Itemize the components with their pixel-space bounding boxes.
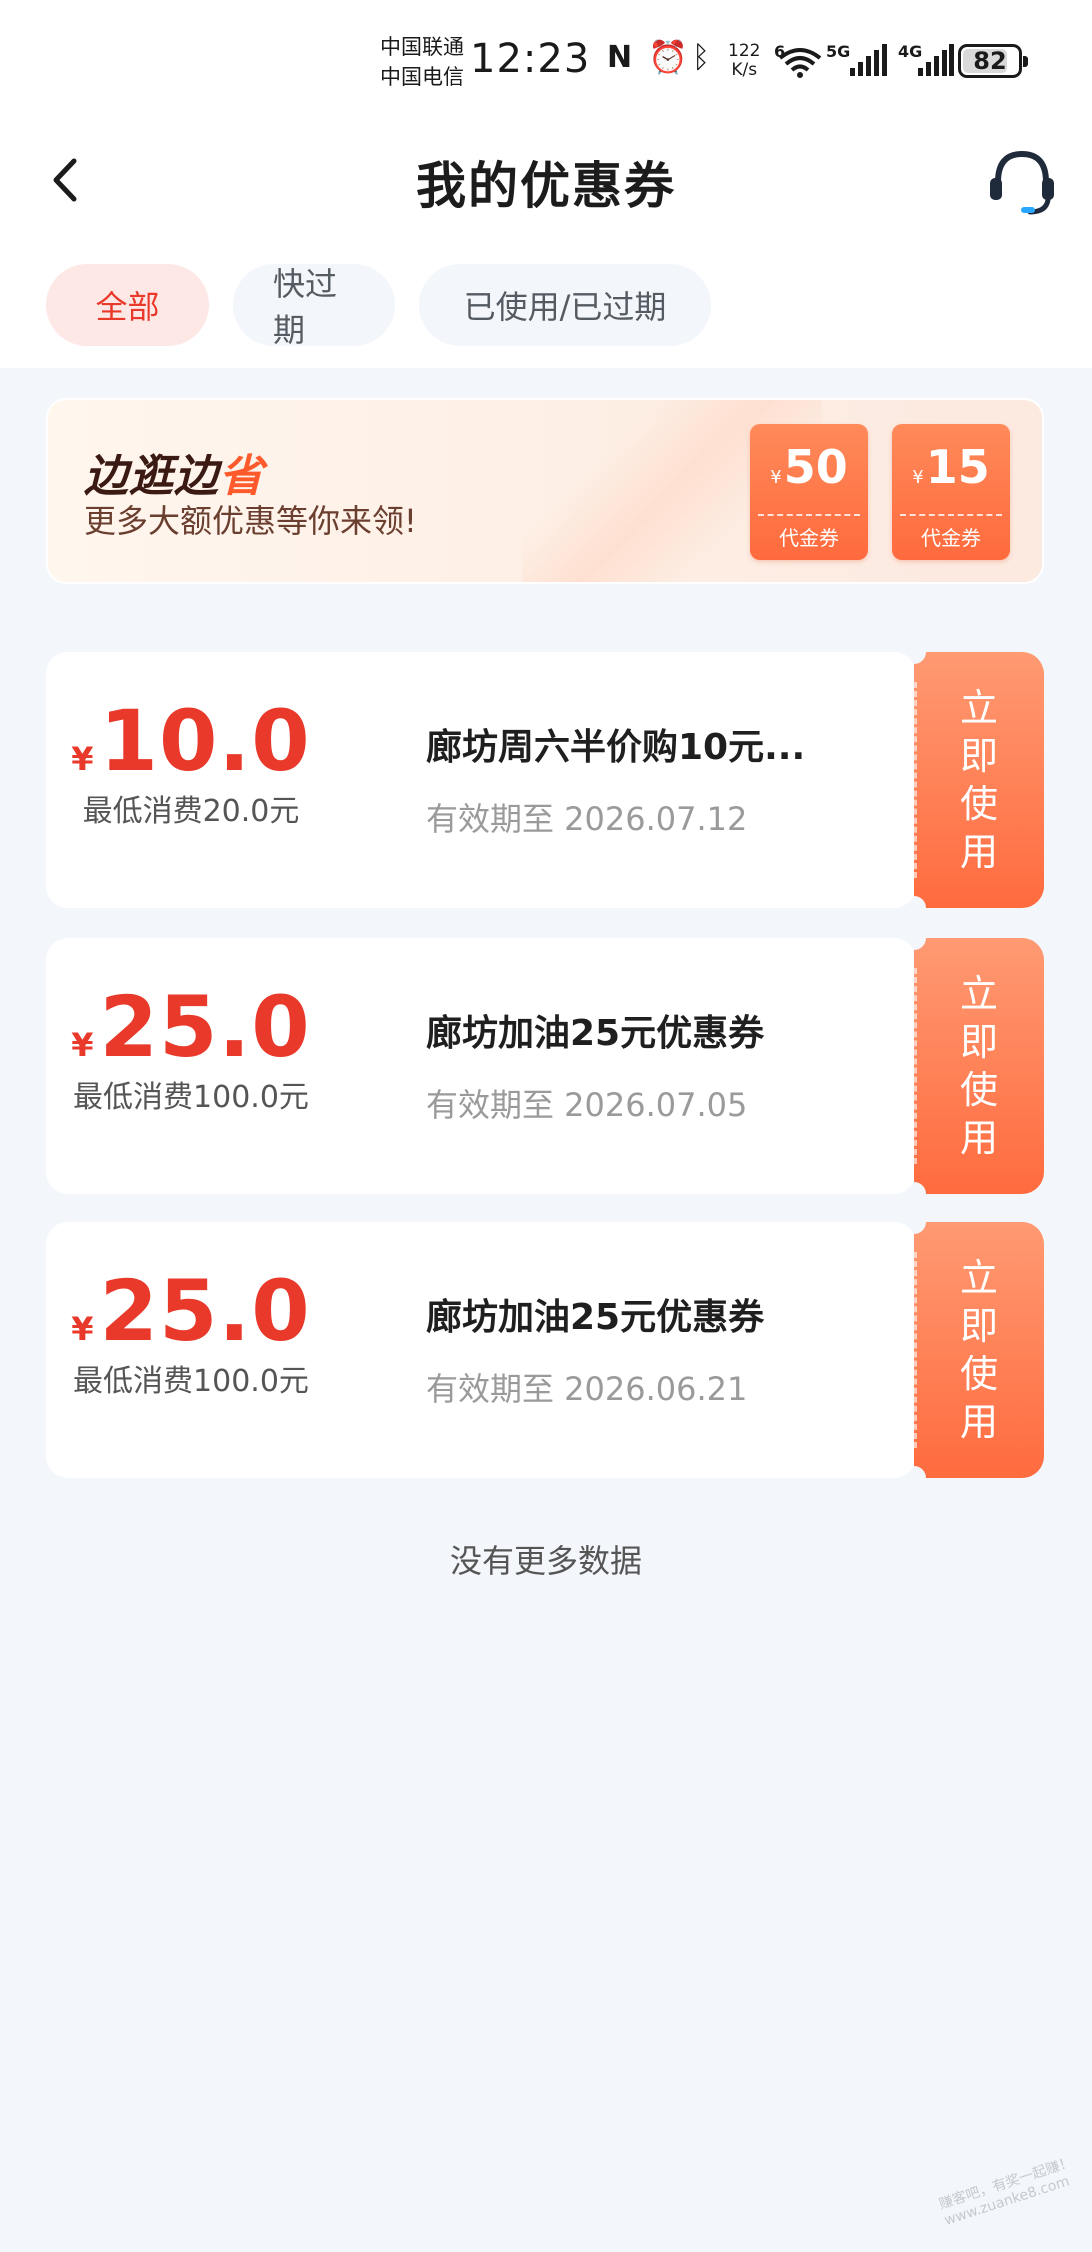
perforation [914,1252,917,1448]
network-speed: 122 K/s [728,42,760,80]
voucher-value: 15 [925,440,990,494]
coupon-title: 廊坊加油25元优惠券 [426,1297,765,1338]
voucher-value: 50 [783,440,848,494]
banner-voucher: ¥15 代金券 [892,424,1010,560]
tab-expiring-soon[interactable]: 快过期 [233,264,395,349]
banner-title-main: 边逛边 [84,451,219,502]
coupon-amount: ¥25.0 [46,978,336,1076]
signal-5g-icon: 5G [826,42,890,82]
coupon-expiry: 有效期至 2026.07.05 [426,1086,748,1124]
banner-subtitle: 更多大额优惠等你来领! [84,502,417,540]
coupon-expiry: 有效期至 2026.07.12 [426,800,748,838]
coupon-body: ¥10.0 最低消费20.0元 廊坊周六半价购10元... 有效期至 2026.… [46,652,916,908]
signal-4g-label: 4G [898,42,923,61]
nfc-icon: N [607,40,633,75]
coupon-card: ¥10.0 最低消费20.0元 廊坊周六半价购10元... 有效期至 2026.… [46,652,1044,908]
use-now-label: 立即使用 [959,686,998,874]
clock: 12:23 [470,36,591,82]
page-title: 我的优惠券 [416,157,676,215]
coupon-card: ¥25.0 最低消费100.0元 廊坊加油25元优惠券 有效期至 2026.06… [46,1222,1044,1478]
use-now-label: 立即使用 [959,972,998,1160]
coupon-amount: ¥25.0 [46,1262,336,1360]
notch [914,896,926,908]
currency-symbol: ¥ [71,740,94,778]
battery-level: 82 [973,47,1007,75]
voucher-divider [758,514,860,516]
screen: 中国联通 中国电信 12:23 N ⏰ ᛒ 122 K/s 6 5G 4G 82… [0,0,1092,2252]
use-now-button[interactable]: 立即使用 [914,1222,1044,1478]
tab-all[interactable]: 全部 [46,264,209,346]
coupon-value: 25.0 [99,1262,311,1360]
signal-5g-label: 5G [826,42,851,61]
notch [914,1182,926,1194]
banner-voucher-amount: ¥15 [892,440,1010,494]
coupon-expiry: 有效期至 2026.06.21 [426,1370,748,1408]
notch [914,1466,926,1478]
banner-voucher-amount: ¥50 [750,440,868,494]
promo-banner[interactable]: 边逛边省 更多大额优惠等你来领! ¥50 代金券 ¥15 代金券 [46,398,1044,584]
status-bar: 中国联通 中国电信 12:23 N ⏰ ᛒ 122 K/s 6 5G 4G 82 [0,0,1092,120]
perforation [914,968,917,1164]
signal-4g-icon: 4G [898,42,954,82]
carrier-info: 中国联通 中国电信 [380,32,464,92]
battery-icon: 82 [958,44,1028,78]
wifi-label: 6 [774,42,786,61]
no-more-data-text: 没有更多数据 [449,1542,642,1580]
banner-voucher-label: 代金券 [921,526,981,550]
coupon-title: 廊坊加油25元优惠券 [426,1013,765,1054]
carrier-1: 中国联通 [380,35,464,59]
customer-service-button[interactable] [984,142,1060,218]
coupon-value: 10.0 [99,692,311,790]
currency-symbol: ¥ [71,1310,94,1348]
carrier-2: 中国电信 [380,65,464,89]
banner-title: 边逛边省 [84,440,264,504]
coupon-body: ¥25.0 最低消费100.0元 廊坊加油25元优惠券 有效期至 2026.07… [46,938,916,1194]
coupon-amount: ¥10.0 [46,692,336,790]
tab-used-expired[interactable]: 已使用/已过期 [419,264,711,346]
coupon-value: 25.0 [99,978,311,1076]
alarm-icon: ⏰ [648,38,688,76]
coupon-min-spend: 最低消费20.0元 [82,794,300,829]
notch [914,1222,926,1234]
use-now-button[interactable]: 立即使用 [914,938,1044,1194]
filter-tabs: 全部 快过期 已使用/已过期 [46,264,711,349]
currency-symbol: ¥ [770,467,782,488]
currency-symbol: ¥ [71,1026,94,1064]
coupon-min-spend: 最低消费100.0元 [73,1080,309,1115]
coupon-card: ¥25.0 最低消费100.0元 廊坊加油25元优惠券 有效期至 2026.07… [46,938,1044,1194]
coupon-body: ¥25.0 最低消费100.0元 廊坊加油25元优惠券 有效期至 2026.06… [46,1222,916,1478]
banner-voucher: ¥50 代金券 [750,424,868,560]
headset-icon [990,150,1054,215]
coupon-min-spend: 最低消费100.0元 [73,1364,309,1399]
banner-voucher-label: 代金券 [779,526,839,550]
network-speed-value: 122 [728,41,761,61]
use-now-label: 立即使用 [959,1256,998,1444]
notch [914,938,926,950]
watermark: 赚客吧，有奖一起赚！ www.zuanke8.com [937,2154,1076,2229]
network-speed-unit: K/s [731,60,758,80]
coupon-title: 廊坊周六半价购10元... [426,727,806,768]
voucher-divider [900,514,1002,516]
use-now-button[interactable]: 立即使用 [914,652,1044,908]
nav-bar: 我的优惠券 [0,120,1092,240]
notch [914,652,926,664]
wifi-icon: 6 [774,42,822,82]
perforation [914,682,917,878]
bluetooth-icon: ᛒ [692,40,710,75]
currency-symbol: ¥ [912,467,924,488]
banner-title-accent: 省 [219,451,264,502]
